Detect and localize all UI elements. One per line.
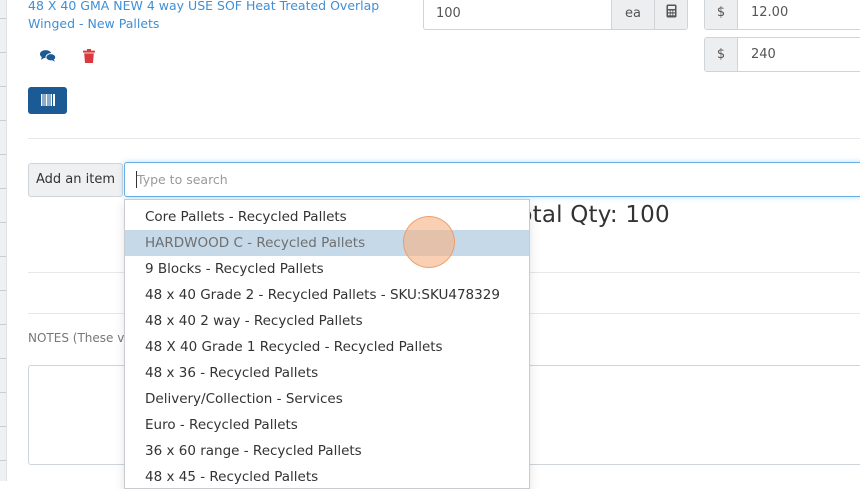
- line-item-name-link[interactable]: 48 X 40 GMA NEW 4 way USE SOF Heat Treat…: [28, 0, 398, 33]
- barcode-icon: [40, 91, 55, 110]
- unit-price-input-group: $ 12.00: [704, 0, 860, 30]
- quantity-input[interactable]: 100: [424, 0, 611, 29]
- text-caret: [136, 171, 137, 188]
- add-item-button[interactable]: Add an item: [28, 163, 123, 197]
- trash-icon[interactable]: [81, 48, 97, 64]
- item-search-box: [124, 162, 860, 197]
- calculator-icon: [666, 3, 677, 22]
- dropdown-item[interactable]: 48 x 40 2 way - Recycled Pallets: [125, 308, 529, 334]
- dropdown-item[interactable]: HARDWOOD C - Recycled Pallets: [125, 230, 529, 256]
- left-panel-edge: [0, 0, 7, 481]
- currency-addon: $: [705, 0, 738, 29]
- currency-addon: $: [705, 38, 738, 71]
- line-total-input[interactable]: 240: [738, 38, 860, 71]
- dropdown-item[interactable]: 48 x 45 - Recycled Pallets: [125, 464, 529, 488]
- dropdown-item[interactable]: 48 x 40 Grade 2 - Recycled Pallets - SKU…: [125, 282, 529, 308]
- dropdown-item[interactable]: Core Pallets - Recycled Pallets: [125, 204, 529, 230]
- line-total-input-group: $ 240: [704, 37, 860, 72]
- dropdown-item[interactable]: 48 x 36 - Recycled Pallets: [125, 360, 529, 386]
- quantity-input-group: 100 ea: [423, 0, 688, 30]
- dropdown-item[interactable]: Euro - Recycled Pallets: [125, 412, 529, 438]
- comments-icon[interactable]: [40, 48, 56, 64]
- dropdown-item[interactable]: 48 X 40 Grade 1 Recycled - Recycled Pall…: [125, 334, 529, 360]
- calculator-button[interactable]: [654, 0, 687, 29]
- dropdown-item[interactable]: Delivery/Collection - Services: [125, 386, 529, 412]
- divider: [28, 138, 860, 139]
- unit-price-input[interactable]: 12.00: [738, 0, 860, 29]
- dropdown-item[interactable]: 36 x 60 range - Recycled Pallets: [125, 438, 529, 464]
- item-search-input[interactable]: [125, 163, 837, 196]
- dropdown-item[interactable]: 9 Blocks - Recycled Pallets: [125, 256, 529, 282]
- total-quantity: Total Qty: 100: [508, 202, 670, 228]
- notes-label: NOTES (These v: [28, 331, 125, 345]
- search-results-dropdown: Core Pallets - Recycled Pallets HARDWOOD …: [124, 199, 530, 489]
- unit-label: ea: [611, 0, 654, 29]
- barcode-button[interactable]: [28, 87, 67, 114]
- cursor-indicator: [403, 216, 455, 268]
